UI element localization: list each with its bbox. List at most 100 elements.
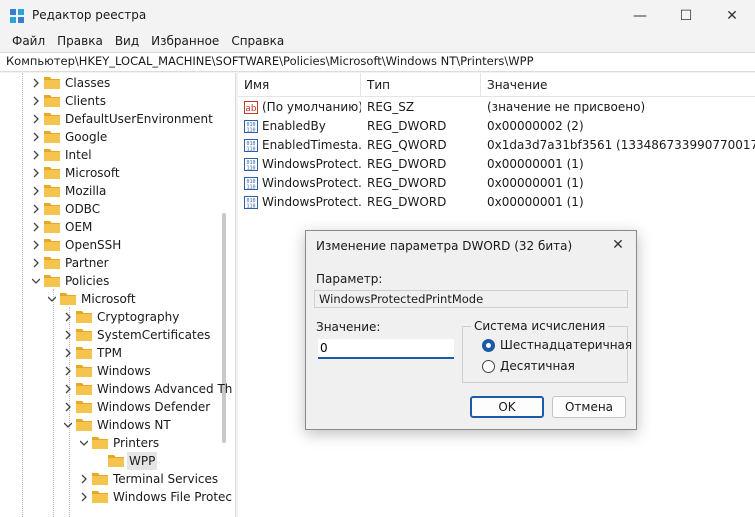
tree-item[interactable]: TPM	[0, 344, 235, 362]
chevron-right-icon[interactable]	[80, 474, 88, 484]
tree-item[interactable]: OpenSSH	[0, 236, 235, 254]
tree-item-label[interactable]: Microsoft	[79, 290, 138, 308]
tree-item[interactable]: Microsoft	[0, 164, 235, 182]
tree-item[interactable]: Clients	[0, 92, 235, 110]
tree-item[interactable]: ODBC	[0, 200, 235, 218]
tree-item-label[interactable]: Windows File Protec	[111, 488, 234, 506]
tree-item[interactable]: Windows Defender	[0, 398, 235, 416]
tree-item[interactable]: Microsoft	[0, 290, 235, 308]
tree-item-label[interactable]: OpenSSH	[63, 236, 123, 254]
menu-favorites[interactable]: Избранное	[145, 32, 225, 52]
radio-hex[interactable]	[482, 338, 495, 352]
chevron-right-icon[interactable]	[64, 348, 72, 358]
chevron-right-icon[interactable]	[32, 132, 40, 142]
tree-item[interactable]: WPP	[0, 452, 235, 470]
radio-hex-row[interactable]: Шестнадцатеричная	[482, 337, 632, 353]
tree-item-label[interactable]: Policies	[63, 272, 111, 290]
chevron-right-icon[interactable]	[64, 384, 72, 394]
tree-item[interactable]: Windows File Protec	[0, 488, 235, 506]
tree-item[interactable]: Partner	[0, 254, 235, 272]
menu-help[interactable]: Справка	[225, 32, 290, 52]
tree-item-label[interactable]: Windows	[95, 362, 153, 380]
tree-item[interactable]: Windows Advanced Th	[0, 380, 235, 398]
tree-item[interactable]: Printers	[0, 434, 235, 452]
tree-item-label[interactable]: ODBC	[63, 200, 102, 218]
tree-item[interactable]: Mozilla	[0, 182, 235, 200]
list-row[interactable]: 010 110 WindowsProtect... REG_DWORD 0x000000…	[238, 174, 755, 193]
ok-button[interactable]: OK	[470, 396, 544, 418]
radio-dec-row[interactable]: Десятичная	[482, 358, 575, 374]
chevron-right-icon[interactable]	[32, 168, 40, 178]
tree-item-label[interactable]: DefaultUserEnvironment	[63, 110, 215, 128]
list-row[interactable]: 010 110 WindowsProtect... REG_DWORD 0x000000…	[238, 193, 755, 212]
column-value[interactable]: Значение	[481, 73, 755, 97]
tree-item[interactable]: Classes	[0, 74, 235, 92]
chevron-down-icon[interactable]	[80, 438, 88, 448]
list-row[interactable]: 010 110 EnabledTimesta... REG_QWORD 0x1da3d7…	[238, 136, 755, 155]
tree-item[interactable]: OEM	[0, 218, 235, 236]
value-input[interactable]	[318, 339, 454, 359]
column-name[interactable]: Имя	[238, 73, 361, 97]
maximize-button[interactable]: ☐	[663, 0, 709, 32]
chevron-down-icon[interactable]	[32, 276, 40, 286]
column-type[interactable]: Тип	[361, 73, 481, 97]
tree-item-label[interactable]: Intel	[63, 146, 94, 164]
chevron-right-icon[interactable]	[32, 204, 40, 214]
tree-item[interactable]: Windows NT	[0, 416, 235, 434]
tree-item[interactable]: Windows	[0, 362, 235, 380]
tree-item-label[interactable]: Terminal Services	[111, 470, 220, 488]
radio-hex-label[interactable]: Шестнадцатеричная	[500, 338, 632, 352]
tree-item-label[interactable]: OEM	[63, 218, 94, 236]
tree-item-label[interactable]: Partner	[63, 254, 111, 272]
tree-item[interactable]: Policies	[0, 272, 235, 290]
radio-dec-label[interactable]: Десятичная	[500, 359, 575, 373]
tree-item[interactable]: DefaultUserEnvironment	[0, 110, 235, 128]
tree-item-label[interactable]: Windows Defender	[95, 398, 212, 416]
menu-edit[interactable]: Правка	[51, 32, 109, 52]
tree-item-label[interactable]: Clients	[63, 92, 108, 110]
tree-item-label[interactable]: Cryptography	[95, 308, 181, 326]
list-row[interactable]: ab (По умолчанию) REG_SZ (значение не присв…	[238, 98, 755, 117]
close-button[interactable]: ✕	[709, 0, 755, 32]
chevron-right-icon[interactable]	[64, 330, 72, 340]
tree-item-label[interactable]: Windows NT	[95, 416, 173, 434]
tree-item-label[interactable]: SystemCertificates	[95, 326, 212, 344]
menu-file[interactable]: Файл	[6, 32, 51, 52]
tree-item[interactable]: SystemCertificates	[0, 326, 235, 344]
tree-item-label[interactable]: Google	[63, 128, 109, 146]
tree-item-label[interactable]: Mozilla	[63, 182, 108, 200]
tree-item-label[interactable]: WPP	[127, 452, 158, 470]
chevron-down-icon[interactable]	[48, 294, 56, 304]
chevron-right-icon[interactable]	[64, 312, 72, 322]
address-bar[interactable]: Компьютер\HKEY_LOCAL_MACHINE\SOFTWARE\Po…	[0, 52, 755, 72]
radio-dec[interactable]	[482, 359, 495, 373]
list-row[interactable]: 010 110 WindowsProtect... REG_DWORD 0x000000…	[238, 155, 755, 174]
chevron-right-icon[interactable]	[32, 78, 40, 88]
chevron-right-icon[interactable]	[32, 96, 40, 106]
chevron-down-icon[interactable]	[64, 420, 72, 430]
tree-item[interactable]: Google	[0, 128, 235, 146]
chevron-right-icon[interactable]	[32, 150, 40, 160]
menu-view[interactable]: Вид	[109, 32, 145, 52]
tree-item[interactable]: Terminal Services	[0, 470, 235, 488]
dialog-close-button[interactable]: ✕	[608, 235, 628, 255]
tree-item[interactable]: Cryptography	[0, 308, 235, 326]
chevron-right-icon[interactable]	[32, 222, 40, 232]
chevron-right-icon[interactable]	[64, 366, 72, 376]
tree-item-label[interactable]: Printers	[111, 434, 161, 452]
registry-tree[interactable]: Classes Clients DefaultUserEnvironment Goog…	[0, 73, 236, 517]
chevron-right-icon[interactable]	[64, 402, 72, 412]
tree-item-label[interactable]: Windows Advanced Th	[95, 380, 234, 398]
tree-item[interactable]: Intel	[0, 146, 235, 164]
chevron-right-icon[interactable]	[32, 114, 40, 124]
tree-item-label[interactable]: Microsoft	[63, 164, 122, 182]
chevron-right-icon[interactable]	[32, 186, 40, 196]
chevron-right-icon[interactable]	[32, 258, 40, 268]
chevron-right-icon[interactable]	[80, 492, 88, 502]
list-row[interactable]: 010 110 EnabledBy REG_DWORD 0x00000002 (2)	[238, 117, 755, 136]
chevron-right-icon[interactable]	[32, 240, 40, 250]
tree-item-label[interactable]: TPM	[95, 344, 124, 362]
minimize-button[interactable]: —	[617, 0, 663, 32]
cancel-button[interactable]: Отмена	[552, 396, 626, 418]
tree-item-label[interactable]: Classes	[63, 74, 112, 92]
